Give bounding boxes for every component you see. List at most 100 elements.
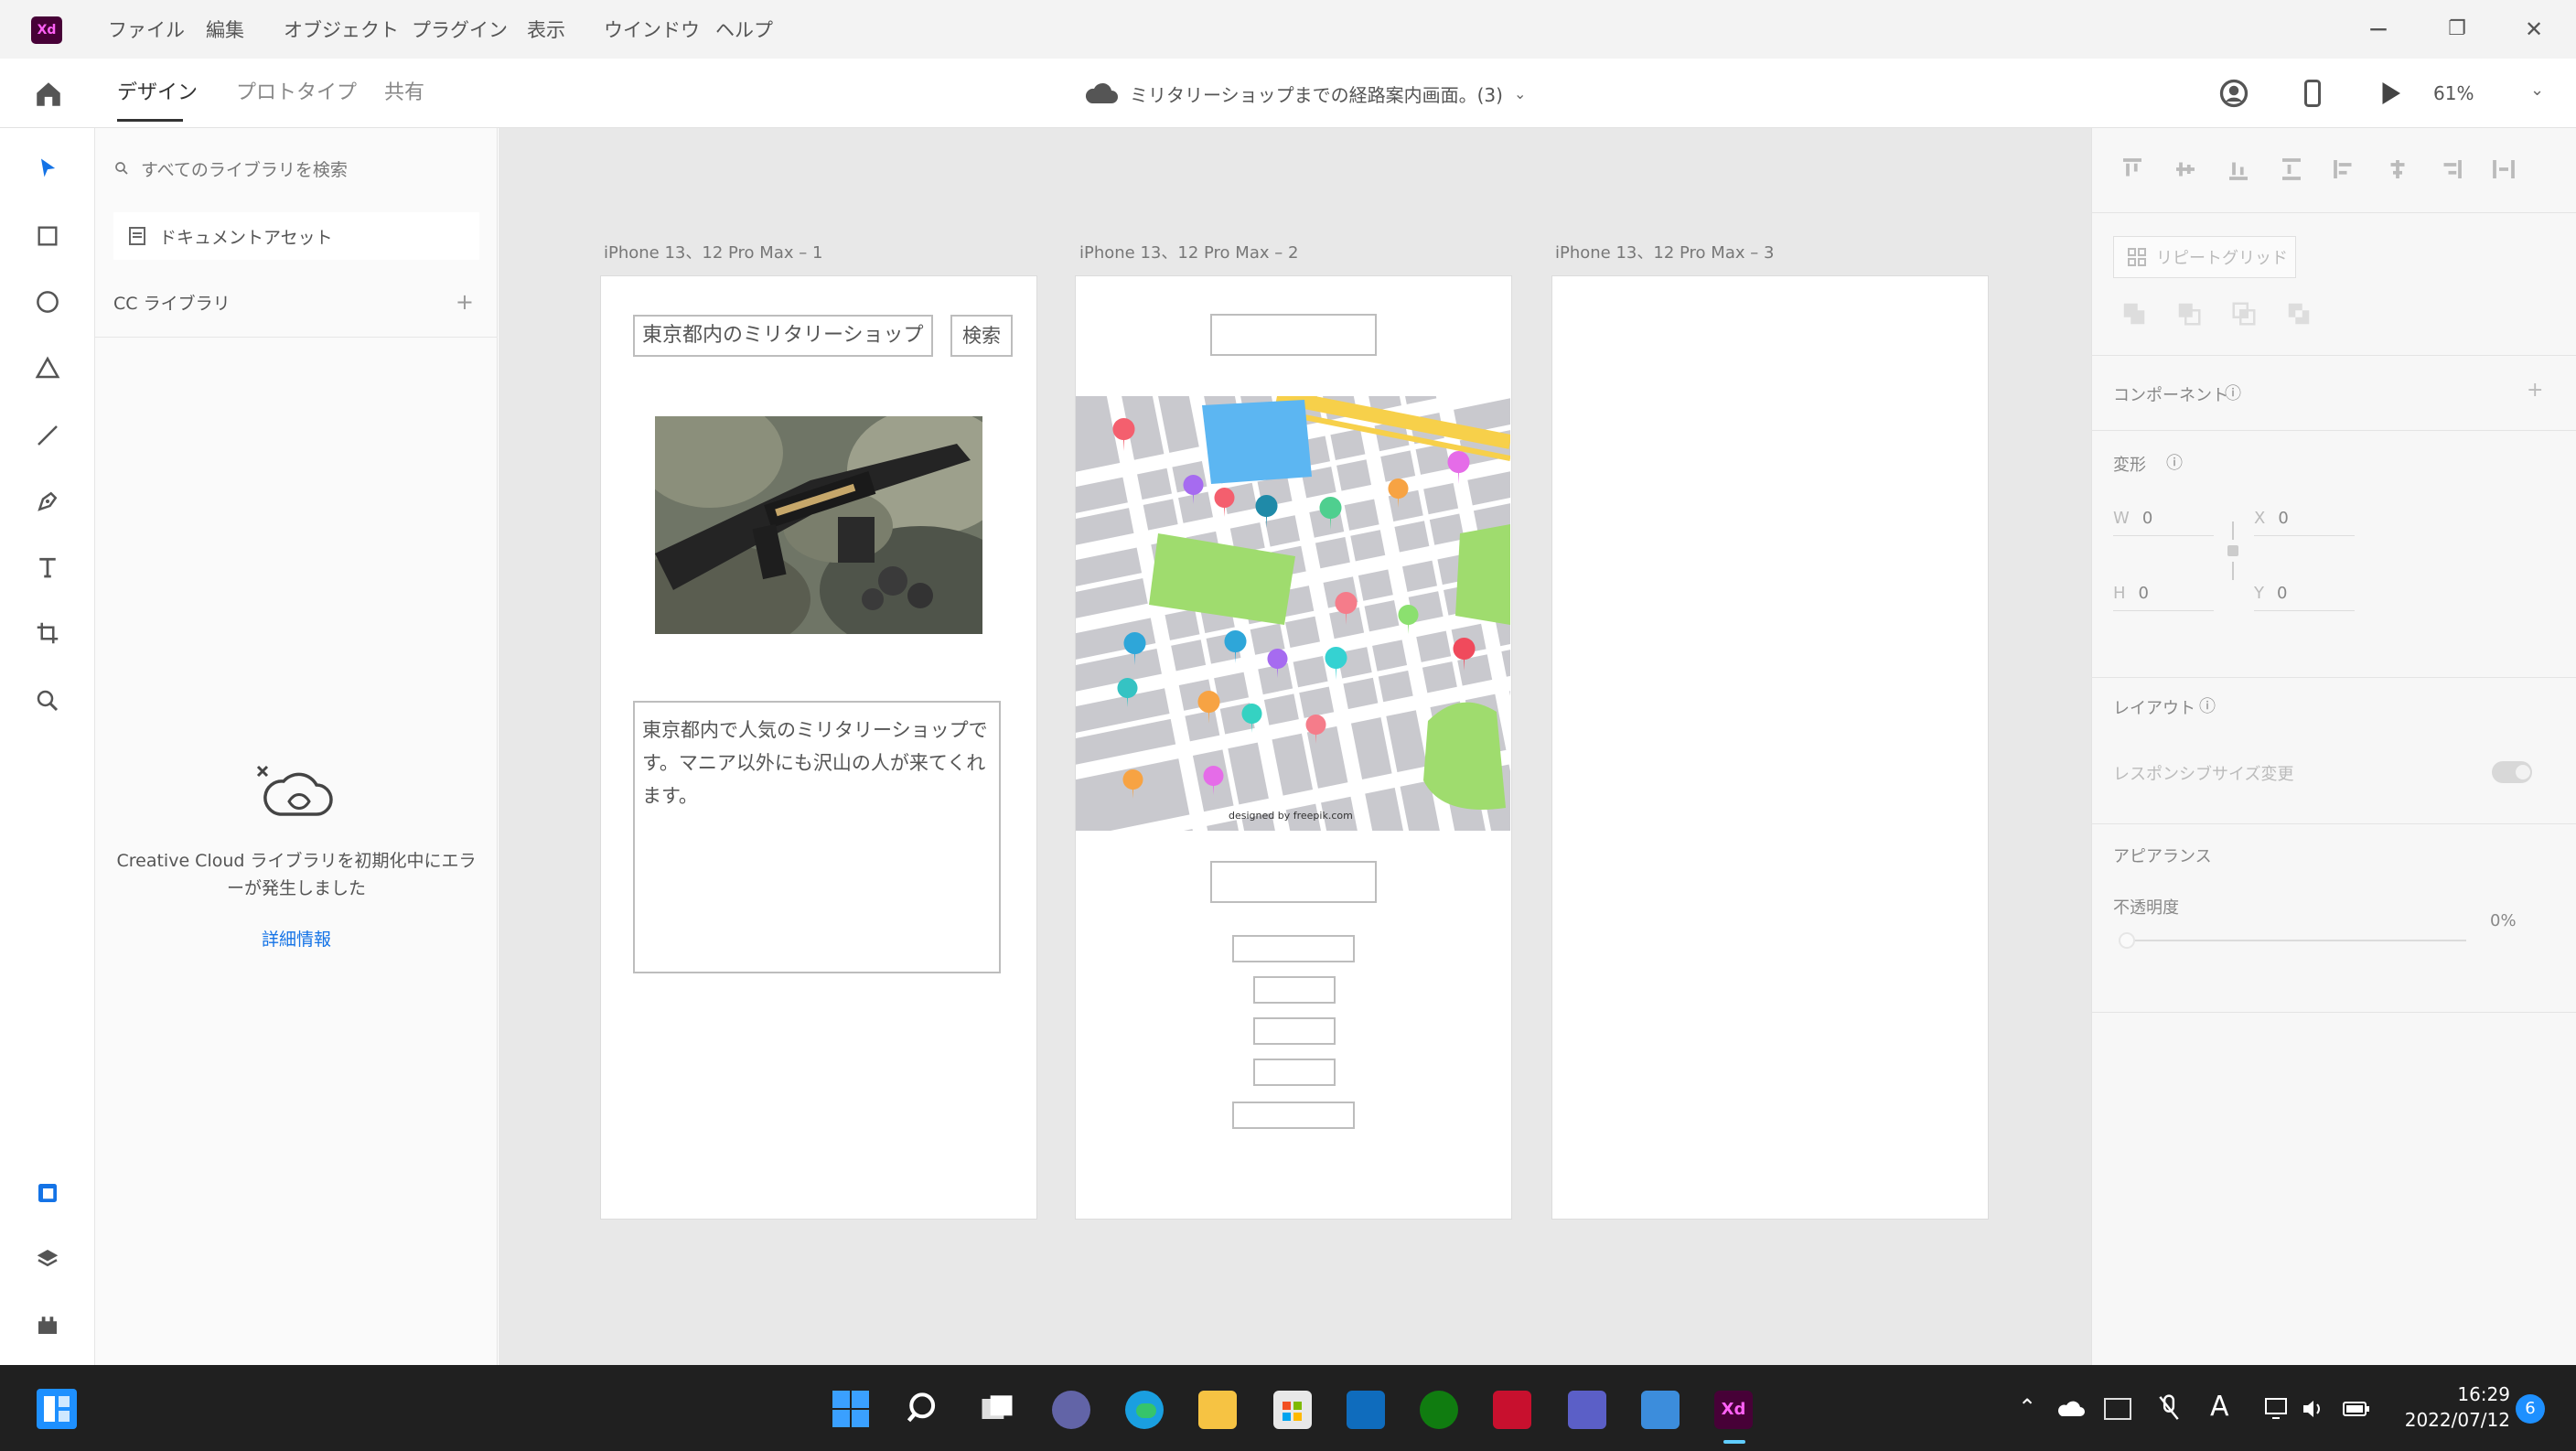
battery-icon[interactable] [2342, 1400, 2371, 1418]
artboard-2-box-2[interactable] [1232, 935, 1355, 962]
shop-search-field[interactable]: 東京都内のミリタリーショップ [633, 315, 933, 357]
align-left-icon[interactable] [2331, 156, 2358, 183]
widgets-icon[interactable] [37, 1389, 77, 1429]
network-icon[interactable] [2263, 1396, 2291, 1422]
minimize-button[interactable]: − [2360, 13, 2397, 46]
ime-icon[interactable]: A [2210, 1391, 2229, 1423]
repeat-grid-button[interactable]: リピートグリッド [2113, 236, 2296, 278]
adobe-xd-taskbar-icon[interactable]: Xd [1714, 1391, 1753, 1429]
file-explorer-icon[interactable] [1198, 1391, 1237, 1429]
align-middle-icon[interactable] [2172, 156, 2199, 183]
zoom-dropdown-icon[interactable]: ⌄ [2530, 81, 2544, 100]
clock[interactable]: 16:29 2022/07/12 [2402, 1381, 2510, 1433]
artboard-2-header-box[interactable] [1210, 314, 1377, 356]
polygon-tool-icon[interactable] [27, 348, 68, 388]
height-field[interactable]: H 0 [2113, 584, 2214, 611]
user-icon[interactable] [2217, 77, 2250, 110]
artboard-2-box-3[interactable] [1253, 976, 1336, 1004]
transform-info-icon[interactable]: ⓘ [2166, 450, 2183, 474]
task-view-icon[interactable] [977, 1389, 1017, 1429]
xbox-icon[interactable] [1420, 1391, 1458, 1429]
text-tool-icon[interactable] [27, 547, 68, 587]
layers-icon[interactable] [27, 1239, 68, 1279]
tab-share[interactable]: 共有 [384, 79, 424, 108]
boolean-add-icon[interactable] [2120, 300, 2148, 328]
artboard-2-label[interactable]: iPhone 13、12 Pro Max – 2 [1079, 240, 1298, 263]
artboard-2-box-1[interactable] [1210, 861, 1377, 903]
add-library-icon[interactable]: + [456, 289, 474, 315]
artboard-3-label[interactable]: iPhone 13、12 Pro Max – 3 [1555, 240, 1774, 263]
menu-window[interactable]: ウインドウ [604, 16, 700, 44]
assets-icon[interactable] [27, 1173, 68, 1213]
align-center-icon[interactable] [2384, 156, 2411, 183]
menu-edit[interactable]: 編集 [206, 16, 244, 44]
responsive-resize-toggle[interactable] [2492, 761, 2532, 783]
tab-design[interactable]: デザイン [117, 79, 198, 108]
cc-libraries-item[interactable]: CC ライブラリ + [113, 285, 479, 318]
home-icon[interactable] [33, 79, 64, 110]
zoom-tool-icon[interactable] [27, 681, 68, 721]
opacity-slider[interactable] [2119, 931, 2466, 950]
artboard-tool-icon[interactable] [27, 613, 68, 653]
mail-icon[interactable] [1347, 1391, 1385, 1429]
onedrive-icon[interactable] [2056, 1398, 2086, 1420]
boolean-subtract-icon[interactable] [2175, 300, 2203, 328]
artboard-1-label[interactable]: iPhone 13、12 Pro Max – 1 [604, 240, 822, 263]
route-map-image[interactable] [1076, 396, 1510, 831]
military-rifle-photo[interactable] [655, 416, 982, 634]
align-right-icon[interactable] [2437, 156, 2464, 183]
device-preview-icon[interactable] [2296, 77, 2329, 110]
edge-icon[interactable] [1125, 1391, 1164, 1429]
artboard-2-box-6[interactable] [1232, 1102, 1355, 1129]
boolean-intersect-icon[interactable] [2230, 300, 2258, 328]
menu-plugins[interactable]: プラグイン [412, 16, 508, 44]
artboard-3[interactable] [1551, 275, 1989, 1220]
y-field[interactable]: Y 0 [2254, 584, 2355, 611]
menu-file[interactable]: ファイル [108, 16, 185, 44]
store-icon[interactable] [1273, 1391, 1312, 1429]
align-top-icon[interactable] [2119, 156, 2146, 183]
select-tool-icon[interactable] [27, 148, 68, 188]
restore-button[interactable]: ❐ [2439, 13, 2475, 46]
pen-tool-icon[interactable] [27, 481, 68, 521]
keyboard-icon[interactable] [2104, 1398, 2131, 1420]
teams-chat-icon[interactable] [1052, 1391, 1090, 1429]
document-title-area[interactable]: ミリタリーショップまでの経路案内画面。(3) ⌄ [1084, 77, 1526, 110]
volume-icon[interactable] [2300, 1396, 2327, 1422]
lock-aspect-icon[interactable] [2225, 521, 2241, 580]
menu-view[interactable]: 表示 [527, 16, 565, 44]
document-assets-item[interactable]: ドキュメントアセット [113, 212, 479, 260]
artboard-2-box-4[interactable] [1253, 1017, 1336, 1045]
library-search-input[interactable]: すべてのライブラリを検索 [113, 152, 479, 185]
boolean-exclude-icon[interactable] [2285, 300, 2313, 328]
teams-icon[interactable] [1568, 1391, 1606, 1429]
plugins-icon[interactable] [27, 1305, 68, 1345]
rectangle-tool-icon[interactable] [27, 216, 68, 256]
artboard-2-box-5[interactable] [1253, 1059, 1336, 1086]
shop-search-button[interactable]: 検索 [950, 315, 1013, 357]
distribute-vertical-icon[interactable] [2278, 156, 2305, 183]
tab-prototype[interactable]: プロトタイプ [236, 79, 357, 108]
red-app-icon[interactable] [1493, 1391, 1531, 1429]
zoom-level[interactable]: 61% [2433, 77, 2474, 110]
close-button[interactable]: ✕ [2516, 13, 2552, 46]
ellipse-tool-icon[interactable] [27, 282, 68, 322]
search-icon[interactable] [904, 1389, 944, 1429]
shop-description-box[interactable]: 東京都内で人気のミリタリーショップです。マニア以外にも沢山の人が来てくれます。 [633, 701, 1001, 973]
notification-badge[interactable]: 6 [2516, 1394, 2545, 1424]
align-bottom-icon[interactable] [2225, 156, 2252, 183]
menu-help[interactable]: ヘルプ [715, 16, 773, 44]
mic-muted-icon[interactable] [2155, 1392, 2183, 1424]
menu-object[interactable]: オブジェクト [284, 16, 399, 44]
x-field[interactable]: X 0 [2254, 509, 2355, 536]
component-info-icon[interactable]: ⓘ [2225, 381, 2241, 404]
line-tool-icon[interactable] [27, 415, 68, 456]
start-icon[interactable] [831, 1389, 871, 1429]
layout-info-icon[interactable]: ⓘ [2199, 693, 2216, 717]
width-field[interactable]: W 0 [2113, 509, 2214, 536]
add-component-icon[interactable]: + [2527, 379, 2543, 402]
distribute-horizontal-icon[interactable] [2490, 156, 2517, 183]
play-preview-icon[interactable] [2373, 77, 2406, 110]
remote-desktop-icon[interactable] [1641, 1391, 1680, 1429]
opacity-value[interactable]: 0% [2490, 911, 2517, 930]
